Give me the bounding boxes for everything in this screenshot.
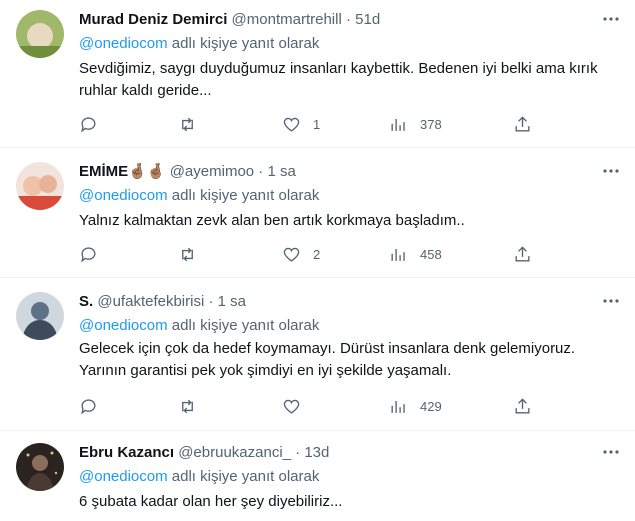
retweet-icon: [182, 117, 193, 131]
views-icon: [391, 118, 405, 131]
avatar-image: [16, 162, 64, 210]
share-icon: [515, 397, 530, 414]
tweet[interactable]: Murad Deniz Demirci @montmartrehill · 51…: [0, 0, 635, 148]
retweet-icon: [182, 247, 193, 261]
share-icon: [515, 245, 530, 262]
tweet[interactable]: Ebru Kazancı @ebruukazanci_ · 13d @onedi…: [0, 431, 635, 521]
tweet-header: Ebru Kazancı @ebruukazanci_ · 13d: [79, 443, 587, 463]
user-handle[interactable]: @ufaktefekbirisi: [97, 293, 204, 310]
tweet-text: Sevdiğimiz, saygı duyduğumuz insanları k…: [79, 60, 598, 99]
display-name[interactable]: EMİME: [79, 163, 128, 180]
timestamp[interactable]: 1 sa: [267, 163, 295, 180]
user-handle[interactable]: @ebruukazanci_: [178, 444, 291, 461]
reply-icon: [81, 246, 96, 262]
like-button[interactable]: 1: [282, 114, 320, 134]
share-button[interactable]: [513, 396, 532, 416]
reply-feed: Murad Deniz Demirci @montmartrehill · 51…: [0, 0, 635, 521]
display-name[interactable]: Ebru Kazancı: [79, 444, 174, 461]
reply-context-label: adlı kişiye yanıt olarak: [167, 35, 320, 52]
more-icon[interactable]: [599, 443, 623, 463]
avatar[interactable]: [16, 443, 64, 491]
retweet-button[interactable]: [178, 396, 197, 416]
separator-dot: ·: [258, 163, 264, 180]
avatar[interactable]: [16, 292, 64, 340]
action-bar: 2 458: [79, 244, 539, 264]
separator-dot: ·: [345, 11, 351, 28]
views-button[interactable]: 429: [389, 396, 442, 416]
more-icon[interactable]: [599, 10, 623, 30]
timestamp[interactable]: 1 sa: [218, 293, 246, 310]
display-name[interactable]: S.: [79, 293, 93, 310]
reply-context: @onediocom adlı kişiye yanıt olarak: [79, 34, 319, 54]
reply-context: @onediocom adlı kişiye yanıt olarak: [79, 186, 319, 206]
tweet[interactable]: S. @ufaktefekbirisi · 1 sa @onediocom ad…: [0, 278, 635, 431]
timestamp[interactable]: 13d: [304, 444, 329, 461]
views-icon: [391, 248, 405, 261]
tweet-text: Gelecek için çok da hedef koymamayı. Dür…: [79, 340, 576, 379]
action-bar: 429: [79, 396, 539, 416]
views-button[interactable]: 378: [389, 114, 442, 134]
reply-button[interactable]: [79, 114, 98, 134]
separator-dot: ·: [295, 444, 301, 461]
user-handle[interactable]: @montmartrehill: [232, 11, 342, 28]
reply-button[interactable]: [79, 244, 98, 264]
heart-icon: [283, 117, 300, 132]
avatar-image: [16, 292, 64, 340]
avatar[interactable]: [16, 10, 64, 58]
reply-context: @onediocom adlı kişiye yanıt olarak: [79, 316, 319, 336]
heart-icon: [283, 399, 300, 414]
mention-link[interactable]: @onediocom: [79, 317, 168, 334]
share-button[interactable]: [513, 114, 532, 134]
heart-icon: [283, 247, 300, 262]
name-emoji: 🤞🏽🤞🏽: [128, 163, 166, 180]
action-bar: 1 378: [79, 114, 539, 134]
tweet-header: Murad Deniz Demirci @montmartrehill · 51…: [79, 10, 587, 30]
view-count: 458: [420, 246, 442, 262]
mention-link[interactable]: @onediocom: [79, 35, 168, 52]
view-count: 429: [420, 398, 442, 414]
avatar-image: [16, 443, 64, 491]
tweet-text: Yalnız kalmaktan zevk alan ben artık kor…: [79, 212, 465, 229]
reply-icon: [81, 398, 96, 414]
retweet-button[interactable]: [178, 114, 197, 134]
views-button[interactable]: 458: [389, 244, 442, 264]
reply-button[interactable]: [79, 396, 98, 416]
timestamp[interactable]: 51d: [355, 11, 380, 28]
tweet-header: S. @ufaktefekbirisi · 1 sa: [79, 292, 587, 312]
view-count: 378: [420, 116, 442, 132]
like-button[interactable]: [282, 396, 313, 416]
reply-context-label: adlı kişiye yanıt olarak: [167, 468, 320, 485]
tweet[interactable]: EMİME🤞🏽🤞🏽 @ayemimoo · 1 sa @onediocom ad…: [0, 148, 635, 278]
like-count: 1: [313, 116, 321, 132]
avatar[interactable]: [16, 162, 64, 210]
like-button[interactable]: 2: [282, 244, 320, 264]
reply-icon: [81, 116, 96, 132]
avatar-image: [16, 10, 64, 58]
user-handle[interactable]: @ayemimoo: [170, 163, 254, 180]
retweet-button[interactable]: [178, 244, 197, 264]
like-count: 2: [313, 246, 321, 262]
tweet-header: EMİME🤞🏽🤞🏽 @ayemimoo · 1 sa: [79, 162, 587, 182]
separator-dot: ·: [208, 293, 214, 310]
more-icon[interactable]: [599, 292, 623, 312]
reply-context-label: adlı kişiye yanıt olarak: [167, 187, 320, 204]
share-button[interactable]: [513, 244, 532, 264]
views-icon: [391, 400, 405, 413]
mention-link[interactable]: @onediocom: [79, 468, 168, 485]
reply-context-label: adlı kişiye yanıt olarak: [167, 317, 320, 334]
more-icon[interactable]: [599, 162, 623, 182]
display-name[interactable]: Murad Deniz Demirci: [79, 11, 227, 28]
retweet-icon: [182, 399, 193, 413]
mention-link[interactable]: @onediocom: [79, 187, 168, 204]
share-icon: [515, 115, 530, 132]
tweet-text: 6 şubata kadar olan her şey diyebiliriz.…: [79, 493, 343, 510]
reply-context: @onediocom adlı kişiye yanıt olarak: [79, 467, 319, 487]
